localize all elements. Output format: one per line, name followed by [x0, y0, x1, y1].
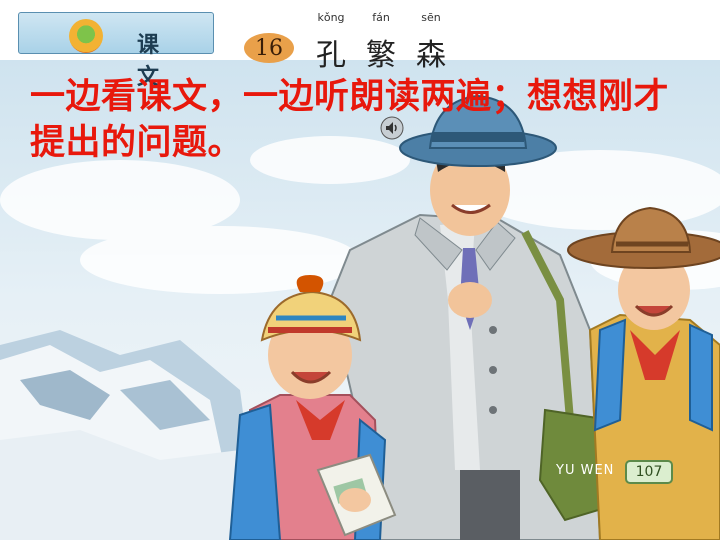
- page-number: 107: [625, 460, 673, 484]
- section-tab: 课 文: [18, 12, 214, 90]
- lesson-number-badge: 16: [244, 33, 294, 63]
- title-char-1: 孔: [316, 38, 346, 73]
- textbook-emblem-icon: [69, 19, 103, 53]
- book-code: YU WEN: [556, 463, 615, 478]
- speaker-icon[interactable]: [380, 116, 404, 140]
- title-pinyin-1: kǒng: [317, 11, 345, 24]
- title-pinyin-2: fán: [372, 11, 390, 24]
- slide: 课 文 16 kǒng fán sēn 孔 繁 森 一边看课文，一边听朗读两遍；…: [0, 0, 720, 540]
- title-char-3: 森: [416, 38, 446, 73]
- instruction-text: 一边看课文，一边听朗读两遍；想想刚才提出的问题。: [30, 77, 670, 163]
- title-pinyin-3: sēn: [421, 11, 441, 24]
- title-char-2: 繁: [366, 38, 396, 73]
